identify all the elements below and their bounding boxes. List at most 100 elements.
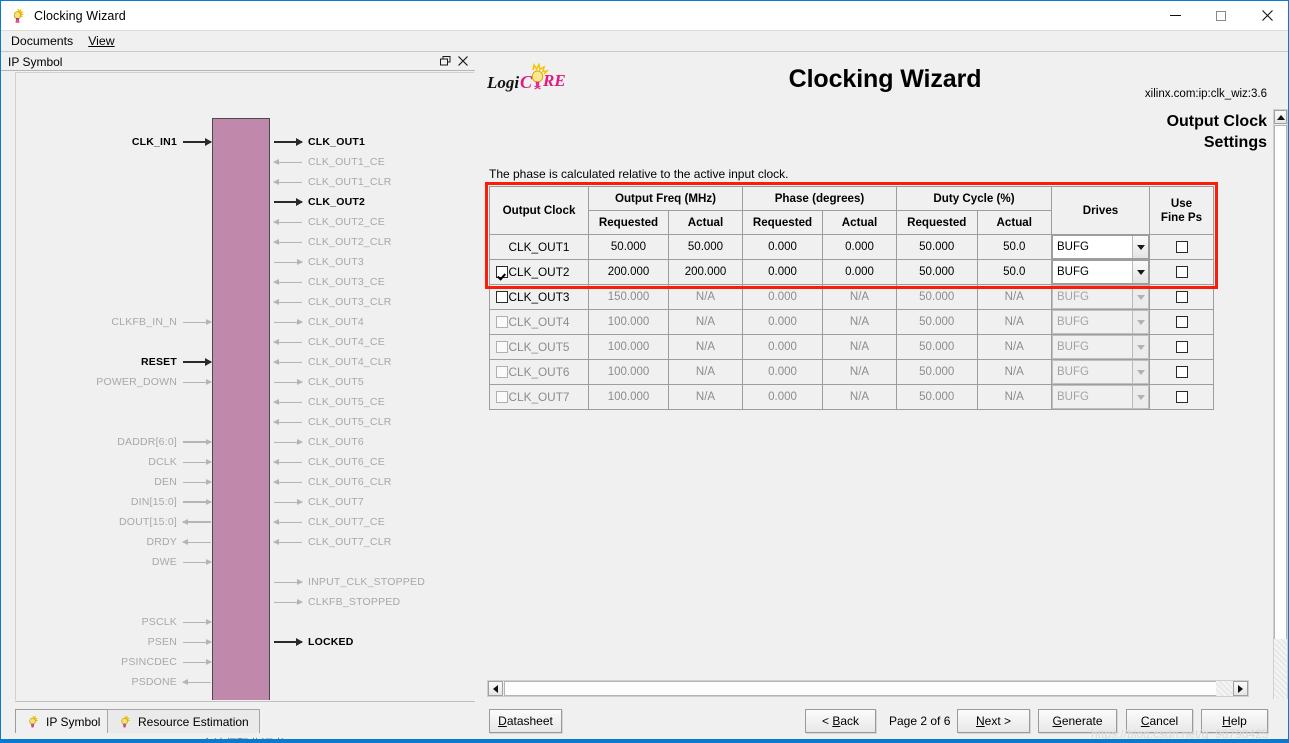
arrow-icon bbox=[296, 198, 303, 206]
back-button[interactable]: < Back bbox=[805, 709, 876, 733]
freq-requested-input-clk_out1[interactable]: 50.000 bbox=[588, 234, 669, 260]
column-header-output-freq-mhz: Output Freq (MHz) bbox=[588, 186, 743, 211]
tab-resource-estimation[interactable]: Resource Estimation bbox=[107, 709, 260, 733]
enable-checkbox-clk_out4[interactable] bbox=[496, 316, 508, 328]
phase-requested-input-clk_out1[interactable]: 0.000 bbox=[742, 234, 823, 260]
drives-dropdown-clk_out2[interactable]: BUFG bbox=[1052, 260, 1149, 284]
pin-wire bbox=[274, 379, 303, 385]
pin-wire bbox=[274, 259, 303, 265]
use-fine-ps-checkbox-clk_out5[interactable] bbox=[1175, 341, 1188, 353]
use-fine-ps-cell-clk_out5[interactable] bbox=[1149, 334, 1214, 360]
menu-view[interactable]: View bbox=[88, 34, 114, 48]
vertical-scrollbar[interactable] bbox=[1273, 109, 1288, 717]
arrow-icon bbox=[273, 239, 279, 245]
duty-actual-input-clk_out6: N/A bbox=[976, 359, 1053, 385]
use-fine-ps-cell-clk_out1[interactable] bbox=[1149, 234, 1214, 260]
output-pin-clk-out7-ce: CLK_OUT7_CE bbox=[273, 515, 385, 529]
freq-requested-input-clk_out6: 100.000 bbox=[588, 359, 669, 385]
tab-ip-symbol[interactable]: IP Symbol bbox=[15, 709, 112, 733]
pin-label: CLK_OUT4 bbox=[308, 316, 364, 328]
table-row: CLK_OUT5 100.000 N/A 0.000 N/A 50.000 N/A BUFG bbox=[489, 334, 1214, 360]
scroll-left-button[interactable] bbox=[488, 681, 503, 696]
enable-checkbox-clk_out3[interactable] bbox=[496, 291, 508, 303]
enable-checkbox-clk_out6[interactable] bbox=[496, 366, 508, 378]
phase-actual-input-clk_out7: N/A bbox=[822, 384, 897, 410]
ip-symbol-panel-header: IP Symbol bbox=[1, 53, 475, 71]
pin-label: CLKFB_STOPPED bbox=[308, 596, 401, 608]
clock-enable-cell-clk_out6[interactable]: CLK_OUT6 bbox=[489, 359, 589, 385]
drives-cell-clk_out2: BUFG bbox=[1051, 259, 1150, 285]
use-fine-ps-cell-clk_out6[interactable] bbox=[1149, 359, 1214, 385]
duty-requested-input-clk_out1[interactable]: 50.000 bbox=[896, 234, 978, 260]
pin-wire bbox=[273, 279, 302, 285]
table-header-row-1: Output Clock Output Freq (MHz) Phase (degr… bbox=[489, 186, 1214, 235]
output-pin-clk-out3-clr: CLK_OUT3_CLR bbox=[273, 295, 392, 309]
drives-cell-clk_out1: BUFG bbox=[1051, 234, 1150, 260]
use-fine-ps-cell-clk_out2[interactable] bbox=[1149, 259, 1214, 285]
scroll-right-button[interactable] bbox=[1233, 681, 1248, 696]
datasheet-button[interactable]: Datasheet bbox=[489, 709, 562, 733]
cancel-rest: ancel bbox=[1149, 714, 1179, 728]
use-fine-ps-checkbox-clk_out7[interactable] bbox=[1175, 391, 1188, 403]
freq-requested-input-clk_out2[interactable]: 200.000 bbox=[588, 259, 669, 285]
pin-wire bbox=[183, 358, 212, 366]
horizontal-scrollbar[interactable] bbox=[487, 680, 1249, 697]
arrow-icon bbox=[297, 439, 303, 445]
arrow-icon bbox=[297, 259, 303, 265]
arrow-icon bbox=[296, 638, 303, 646]
freq-actual-input-clk_out6: N/A bbox=[668, 359, 743, 385]
section-title: Output Clock Settings bbox=[1166, 113, 1267, 151]
enable-checkbox-clk_out7[interactable] bbox=[496, 391, 508, 403]
horizontal-scroll-track[interactable] bbox=[1216, 681, 1232, 696]
pin-label: LOCKED bbox=[308, 636, 354, 648]
pin-wire bbox=[273, 479, 302, 485]
clock-enable-cell-clk_out7[interactable]: CLK_OUT7 bbox=[489, 384, 589, 410]
use-fine-ps-cell-clk_out4[interactable] bbox=[1149, 309, 1214, 335]
datasheet-mnemonic: D bbox=[498, 714, 507, 728]
use-fine-ps-cell-clk_out7[interactable] bbox=[1149, 384, 1214, 410]
chevron-down-icon[interactable] bbox=[1132, 261, 1148, 283]
close-button[interactable] bbox=[1244, 0, 1288, 31]
chevron-down-icon[interactable] bbox=[1132, 236, 1148, 258]
arrow-icon bbox=[182, 539, 188, 545]
close-icon[interactable] bbox=[458, 55, 468, 68]
horizontal-scroll-thumb[interactable] bbox=[504, 681, 1218, 696]
use-fine-ps-checkbox-clk_out6[interactable] bbox=[1175, 366, 1188, 378]
use-fine-ps-checkbox-clk_out3[interactable] bbox=[1175, 291, 1188, 303]
output-clock-table-wrap: Output Clock Output Freq (MHz) Phase (degr… bbox=[485, 182, 1218, 410]
table-row: CLK_OUT6 100.000 N/A 0.000 N/A 50.000 N/A BUFG bbox=[489, 359, 1214, 385]
duty-requested-input-clk_out5: 50.000 bbox=[896, 334, 978, 360]
input-pin-daddr-6-0: DADDR[6:0] bbox=[117, 435, 212, 449]
use-fine-ps-cell-clk_out3[interactable] bbox=[1149, 284, 1214, 310]
next-mnemonic: N bbox=[975, 714, 985, 728]
clock-enable-cell-clk_out3[interactable]: CLK_OUT3 bbox=[489, 284, 589, 310]
next-button[interactable]: Next > bbox=[957, 709, 1030, 733]
triangle-down-glyph bbox=[1136, 269, 1145, 275]
phase-requested-input-clk_out2[interactable]: 0.000 bbox=[742, 259, 823, 285]
use-fine-ps-checkbox-clk_out1[interactable] bbox=[1175, 241, 1188, 253]
scroll-up-button[interactable] bbox=[1274, 110, 1287, 124]
undock-icon[interactable] bbox=[440, 55, 451, 68]
settings-pane: Logi C RE Clocking Wizard xilinx.com:ip:… bbox=[481, 53, 1288, 742]
clock-enable-cell-clk_out4[interactable]: CLK_OUT4 bbox=[489, 309, 589, 335]
pin-label: CLK_OUT3_CE bbox=[308, 276, 385, 288]
maximize-button[interactable] bbox=[1198, 0, 1244, 31]
clock-enable-cell-clk_out1[interactable]: CLK_OUT1 bbox=[489, 234, 589, 260]
clock-enable-cell-clk_out2[interactable]: CLK_OUT2 bbox=[489, 259, 589, 285]
minimize-button[interactable] bbox=[1152, 0, 1198, 31]
drives-dropdown-clk_out1[interactable]: BUFG bbox=[1052, 235, 1149, 259]
vertical-scroll-track[interactable] bbox=[1274, 639, 1287, 701]
menu-documents[interactable]: Documents bbox=[11, 34, 73, 48]
clock-name-label: CLK_OUT6 bbox=[508, 365, 570, 379]
duty-requested-input-clk_out2[interactable]: 50.000 bbox=[896, 259, 978, 285]
use-fine-ps-checkbox-clk_out4[interactable] bbox=[1175, 316, 1188, 328]
window-bottom-edge bbox=[1, 739, 1288, 742]
enable-checkbox-clk_out5[interactable] bbox=[496, 341, 508, 353]
generate-rest: enerate bbox=[1061, 714, 1103, 728]
output-pin-clk-out1: CLK_OUT1 bbox=[274, 135, 365, 149]
clock-enable-cell-clk_out5[interactable]: CLK_OUT5 bbox=[489, 334, 589, 360]
arrow-icon bbox=[273, 219, 279, 225]
vertical-scroll-thumb[interactable] bbox=[1274, 125, 1287, 641]
enable-checkbox-clk_out2[interactable] bbox=[496, 266, 508, 278]
use-fine-ps-checkbox-clk_out2[interactable] bbox=[1175, 266, 1188, 278]
